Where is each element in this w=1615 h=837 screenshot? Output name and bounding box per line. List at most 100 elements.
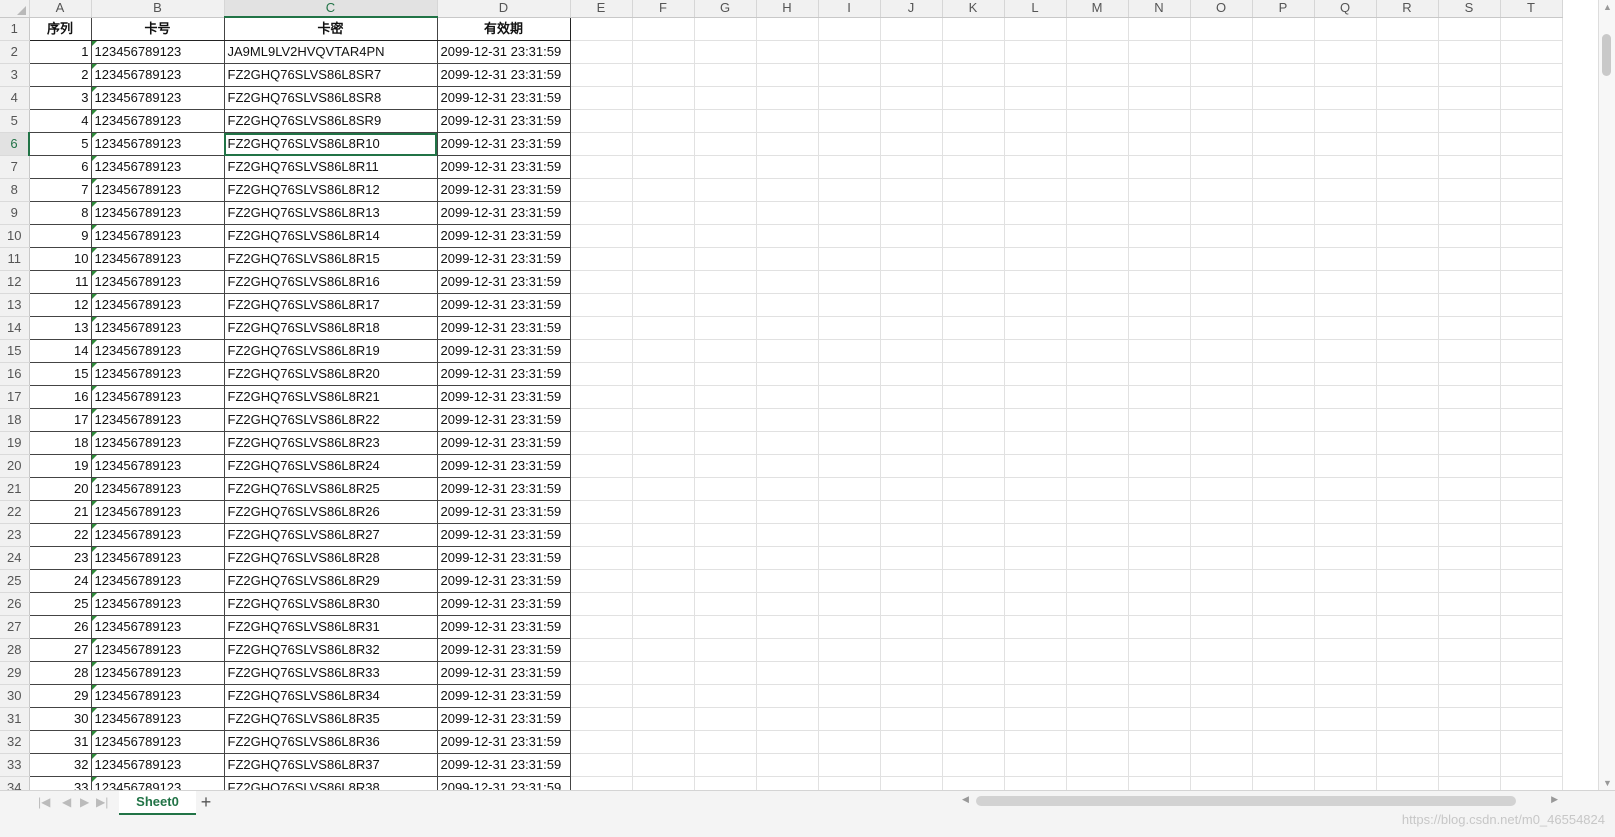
empty-cell[interactable] [818,592,881,616]
empty-cell[interactable] [1438,201,1501,225]
empty-cell[interactable] [570,477,633,501]
empty-cell[interactable] [756,362,819,386]
empty-cell[interactable] [1066,454,1129,478]
empty-cell[interactable] [1438,500,1501,524]
empty-cell[interactable] [1128,546,1191,570]
empty-cell[interactable] [1438,385,1501,409]
empty-cell[interactable] [570,40,633,64]
empty-cell[interactable] [1252,684,1315,708]
empty-cell[interactable] [1314,247,1377,271]
empty-cell[interactable] [1066,362,1129,386]
empty-cell[interactable] [632,546,695,570]
empty-cell[interactable] [1314,477,1377,501]
vertical-scroll-thumb[interactable] [1602,34,1611,76]
empty-cell[interactable] [1314,661,1377,685]
empty-cell[interactable] [1252,270,1315,294]
empty-cell[interactable] [1438,224,1501,248]
empty-cell[interactable] [1376,385,1439,409]
empty-cell[interactable] [942,454,1005,478]
empty-cell[interactable] [570,178,633,202]
empty-cell[interactable] [1500,224,1563,248]
empty-cell[interactable] [570,17,633,41]
empty-cell[interactable] [1376,247,1439,271]
empty-cell[interactable] [1314,132,1377,156]
empty-cell[interactable] [1500,17,1563,41]
row-header[interactable]: 14 [0,316,30,340]
card-number-cell[interactable]: 123456789123 [91,684,225,708]
empty-cell[interactable] [694,684,757,708]
expiry-cell[interactable]: 2099-12-31 23:31:59 [437,63,571,87]
empty-cell[interactable] [1314,569,1377,593]
empty-cell[interactable] [818,661,881,685]
empty-cell[interactable] [942,385,1005,409]
expiry-cell[interactable]: 2099-12-31 23:31:59 [437,730,571,754]
empty-cell[interactable] [1004,546,1067,570]
empty-cell[interactable] [1190,707,1253,731]
empty-cell[interactable] [1252,109,1315,133]
sheet-tab[interactable]: Sheet0 [119,791,196,815]
empty-cell[interactable] [1376,477,1439,501]
expiry-cell[interactable]: 2099-12-31 23:31:59 [437,753,571,777]
empty-cell[interactable] [880,408,943,432]
empty-cell[interactable] [1376,293,1439,317]
empty-cell[interactable] [818,270,881,294]
empty-cell[interactable] [1314,638,1377,662]
empty-cell[interactable] [880,247,943,271]
empty-cell[interactable] [1252,86,1315,110]
empty-cell[interactable] [1252,132,1315,156]
empty-cell[interactable] [694,316,757,340]
row-header[interactable]: 25 [0,569,30,593]
empty-cell[interactable] [632,155,695,179]
card-secret-cell[interactable]: FZ2GHQ76SLVS86L8R27 [224,523,438,547]
empty-cell[interactable] [1314,155,1377,179]
empty-cell[interactable] [694,592,757,616]
empty-cell[interactable] [880,17,943,41]
card-number-cell[interactable]: 123456789123 [91,247,225,271]
row-header[interactable]: 30 [0,684,30,708]
empty-cell[interactable] [942,569,1005,593]
expiry-cell[interactable]: 2099-12-31 23:31:59 [437,431,571,455]
column-header-i[interactable]: I [818,0,881,18]
empty-cell[interactable] [1004,86,1067,110]
empty-cell[interactable] [1500,592,1563,616]
empty-cell[interactable] [1252,385,1315,409]
seq-cell[interactable]: 1 [29,40,92,64]
empty-cell[interactable] [1066,63,1129,87]
expiry-cell[interactable]: 2099-12-31 23:31:59 [437,500,571,524]
empty-cell[interactable] [1066,178,1129,202]
empty-cell[interactable] [942,316,1005,340]
empty-cell[interactable] [1128,684,1191,708]
empty-cell[interactable] [632,408,695,432]
empty-cell[interactable] [756,201,819,225]
empty-cell[interactable] [1252,178,1315,202]
empty-cell[interactable] [942,63,1005,87]
empty-cell[interactable] [1066,270,1129,294]
empty-cell[interactable] [632,270,695,294]
empty-cell[interactable] [942,707,1005,731]
empty-cell[interactable] [756,247,819,271]
card-secret-cell[interactable]: FZ2GHQ76SLVS86L8R15 [224,247,438,271]
expiry-cell[interactable]: 2099-12-31 23:31:59 [437,362,571,386]
card-number-cell[interactable]: 123456789123 [91,753,225,777]
empty-cell[interactable] [756,454,819,478]
empty-cell[interactable] [1190,546,1253,570]
empty-cell[interactable] [632,661,695,685]
card-secret-cell[interactable]: FZ2GHQ76SLVS86L8R21 [224,385,438,409]
card-number-cell[interactable]: 123456789123 [91,293,225,317]
empty-cell[interactable] [1004,17,1067,41]
row-header[interactable]: 19 [0,431,30,455]
empty-cell[interactable] [1004,155,1067,179]
expiry-cell[interactable]: 2099-12-31 23:31:59 [437,592,571,616]
row-header[interactable]: 5 [0,109,30,133]
empty-cell[interactable] [1376,178,1439,202]
empty-cell[interactable] [632,293,695,317]
seq-cell[interactable]: 6 [29,155,92,179]
card-number-cell[interactable]: 123456789123 [91,592,225,616]
empty-cell[interactable] [1376,615,1439,639]
empty-cell[interactable] [1190,293,1253,317]
empty-cell[interactable] [1190,730,1253,754]
empty-cell[interactable] [1004,431,1067,455]
empty-cell[interactable] [1314,17,1377,41]
row-header[interactable]: 33 [0,753,30,777]
scroll-right-icon[interactable]: ▶ [1551,794,1558,805]
